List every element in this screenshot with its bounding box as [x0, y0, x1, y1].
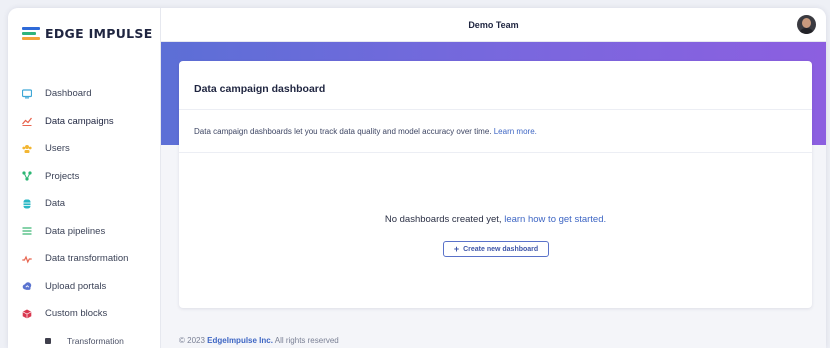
get-started-link[interactable]: learn how to get started.: [504, 214, 606, 225]
avatar[interactable]: [797, 15, 816, 34]
sidebar-item-upload-portals[interactable]: Upload portals: [8, 273, 161, 301]
sidebar-item-label: Projects: [45, 170, 80, 182]
rights-text: All rights reserved: [274, 336, 339, 345]
sidebar-item-custom-blocks[interactable]: Custom blocks: [8, 300, 161, 328]
monitor-icon: [21, 89, 33, 99]
company-link[interactable]: EdgeImpulse Inc.: [207, 336, 273, 345]
app-window: EDGE IMPULSE Dashboard Data campaigns Us…: [8, 8, 826, 348]
sidebar-item-dashboard[interactable]: Dashboard: [8, 80, 161, 108]
learn-more-link[interactable]: Learn more.: [494, 127, 537, 136]
pulse-icon: [22, 254, 32, 264]
card-description: Data campaign dashboards let you track d…: [194, 127, 537, 136]
sidebar: EDGE IMPULSE Dashboard Data campaigns Us…: [8, 8, 161, 348]
create-dashboard-label: Create new dashboard: [463, 245, 539, 253]
projects-icon: [22, 171, 32, 181]
database-icon: [22, 199, 32, 209]
pipeline-icon: [22, 226, 32, 236]
empty-state-message: No dashboards created yet, learn how to …: [179, 214, 812, 225]
sidebar-item-label: Users: [45, 143, 70, 155]
users-icon: [22, 144, 32, 154]
sidebar-item-label: Dashboard: [45, 88, 92, 100]
create-dashboard-button[interactable]: + Create new dashboard: [443, 241, 549, 257]
brand-logo[interactable]: EDGE IMPULSE: [22, 25, 153, 41]
top-bar: Demo Team: [161, 8, 826, 42]
plus-icon: +: [453, 243, 460, 254]
divider: [179, 109, 812, 110]
team-name[interactable]: Demo Team: [161, 20, 826, 30]
avatar-body: [799, 28, 814, 34]
sidebar-item-data-campaigns[interactable]: Data campaigns: [8, 108, 161, 136]
empty-state-text: No dashboards created yet,: [384, 214, 502, 225]
brand-name: EDGE IMPULSE: [45, 25, 153, 41]
sidebar-item-data-pipelines[interactable]: Data pipelines: [8, 218, 161, 246]
sidebar-item-data-transformation[interactable]: Data transformation: [8, 245, 161, 273]
sidebar-item-projects[interactable]: Projects: [8, 163, 161, 191]
sidebar-item-label: Data campaigns: [45, 115, 114, 127]
sidebar-nav: Dashboard Data campaigns Users Projects: [8, 80, 161, 348]
sidebar-subitem-transformation[interactable]: Transformation: [8, 328, 161, 348]
cube-icon: [22, 309, 32, 319]
trend-chart-icon: [22, 116, 33, 127]
sidebar-item-label: Transformation: [67, 336, 124, 347]
sidebar-item-label: Upload portals: [45, 280, 107, 292]
divider: [179, 152, 812, 153]
sidebar-item-label: Data: [45, 198, 66, 210]
sidebar-item-users[interactable]: Users: [8, 135, 161, 163]
page-title: Data campaign dashboard: [194, 83, 326, 95]
cloud-upload-icon: [22, 281, 32, 291]
sidebar-item-label: Data pipelines: [45, 225, 106, 237]
sidebar-item-data[interactable]: Data: [8, 190, 161, 218]
edge-impulse-logo-icon: [22, 26, 40, 40]
sidebar-item-label: Custom blocks: [45, 308, 108, 320]
sidebar-item-label: Data transformation: [45, 253, 129, 265]
description-text: Data campaign dashboards let you track d…: [194, 127, 492, 136]
avatar-face: [802, 18, 811, 28]
footer: © 2023 EdgeImpulse Inc. All rights reser…: [179, 336, 339, 345]
copyright-text: © 2023: [179, 336, 205, 345]
square-icon: [45, 338, 51, 345]
campaign-dashboard-card: Data campaign dashboard Data campaign da…: [179, 61, 812, 308]
